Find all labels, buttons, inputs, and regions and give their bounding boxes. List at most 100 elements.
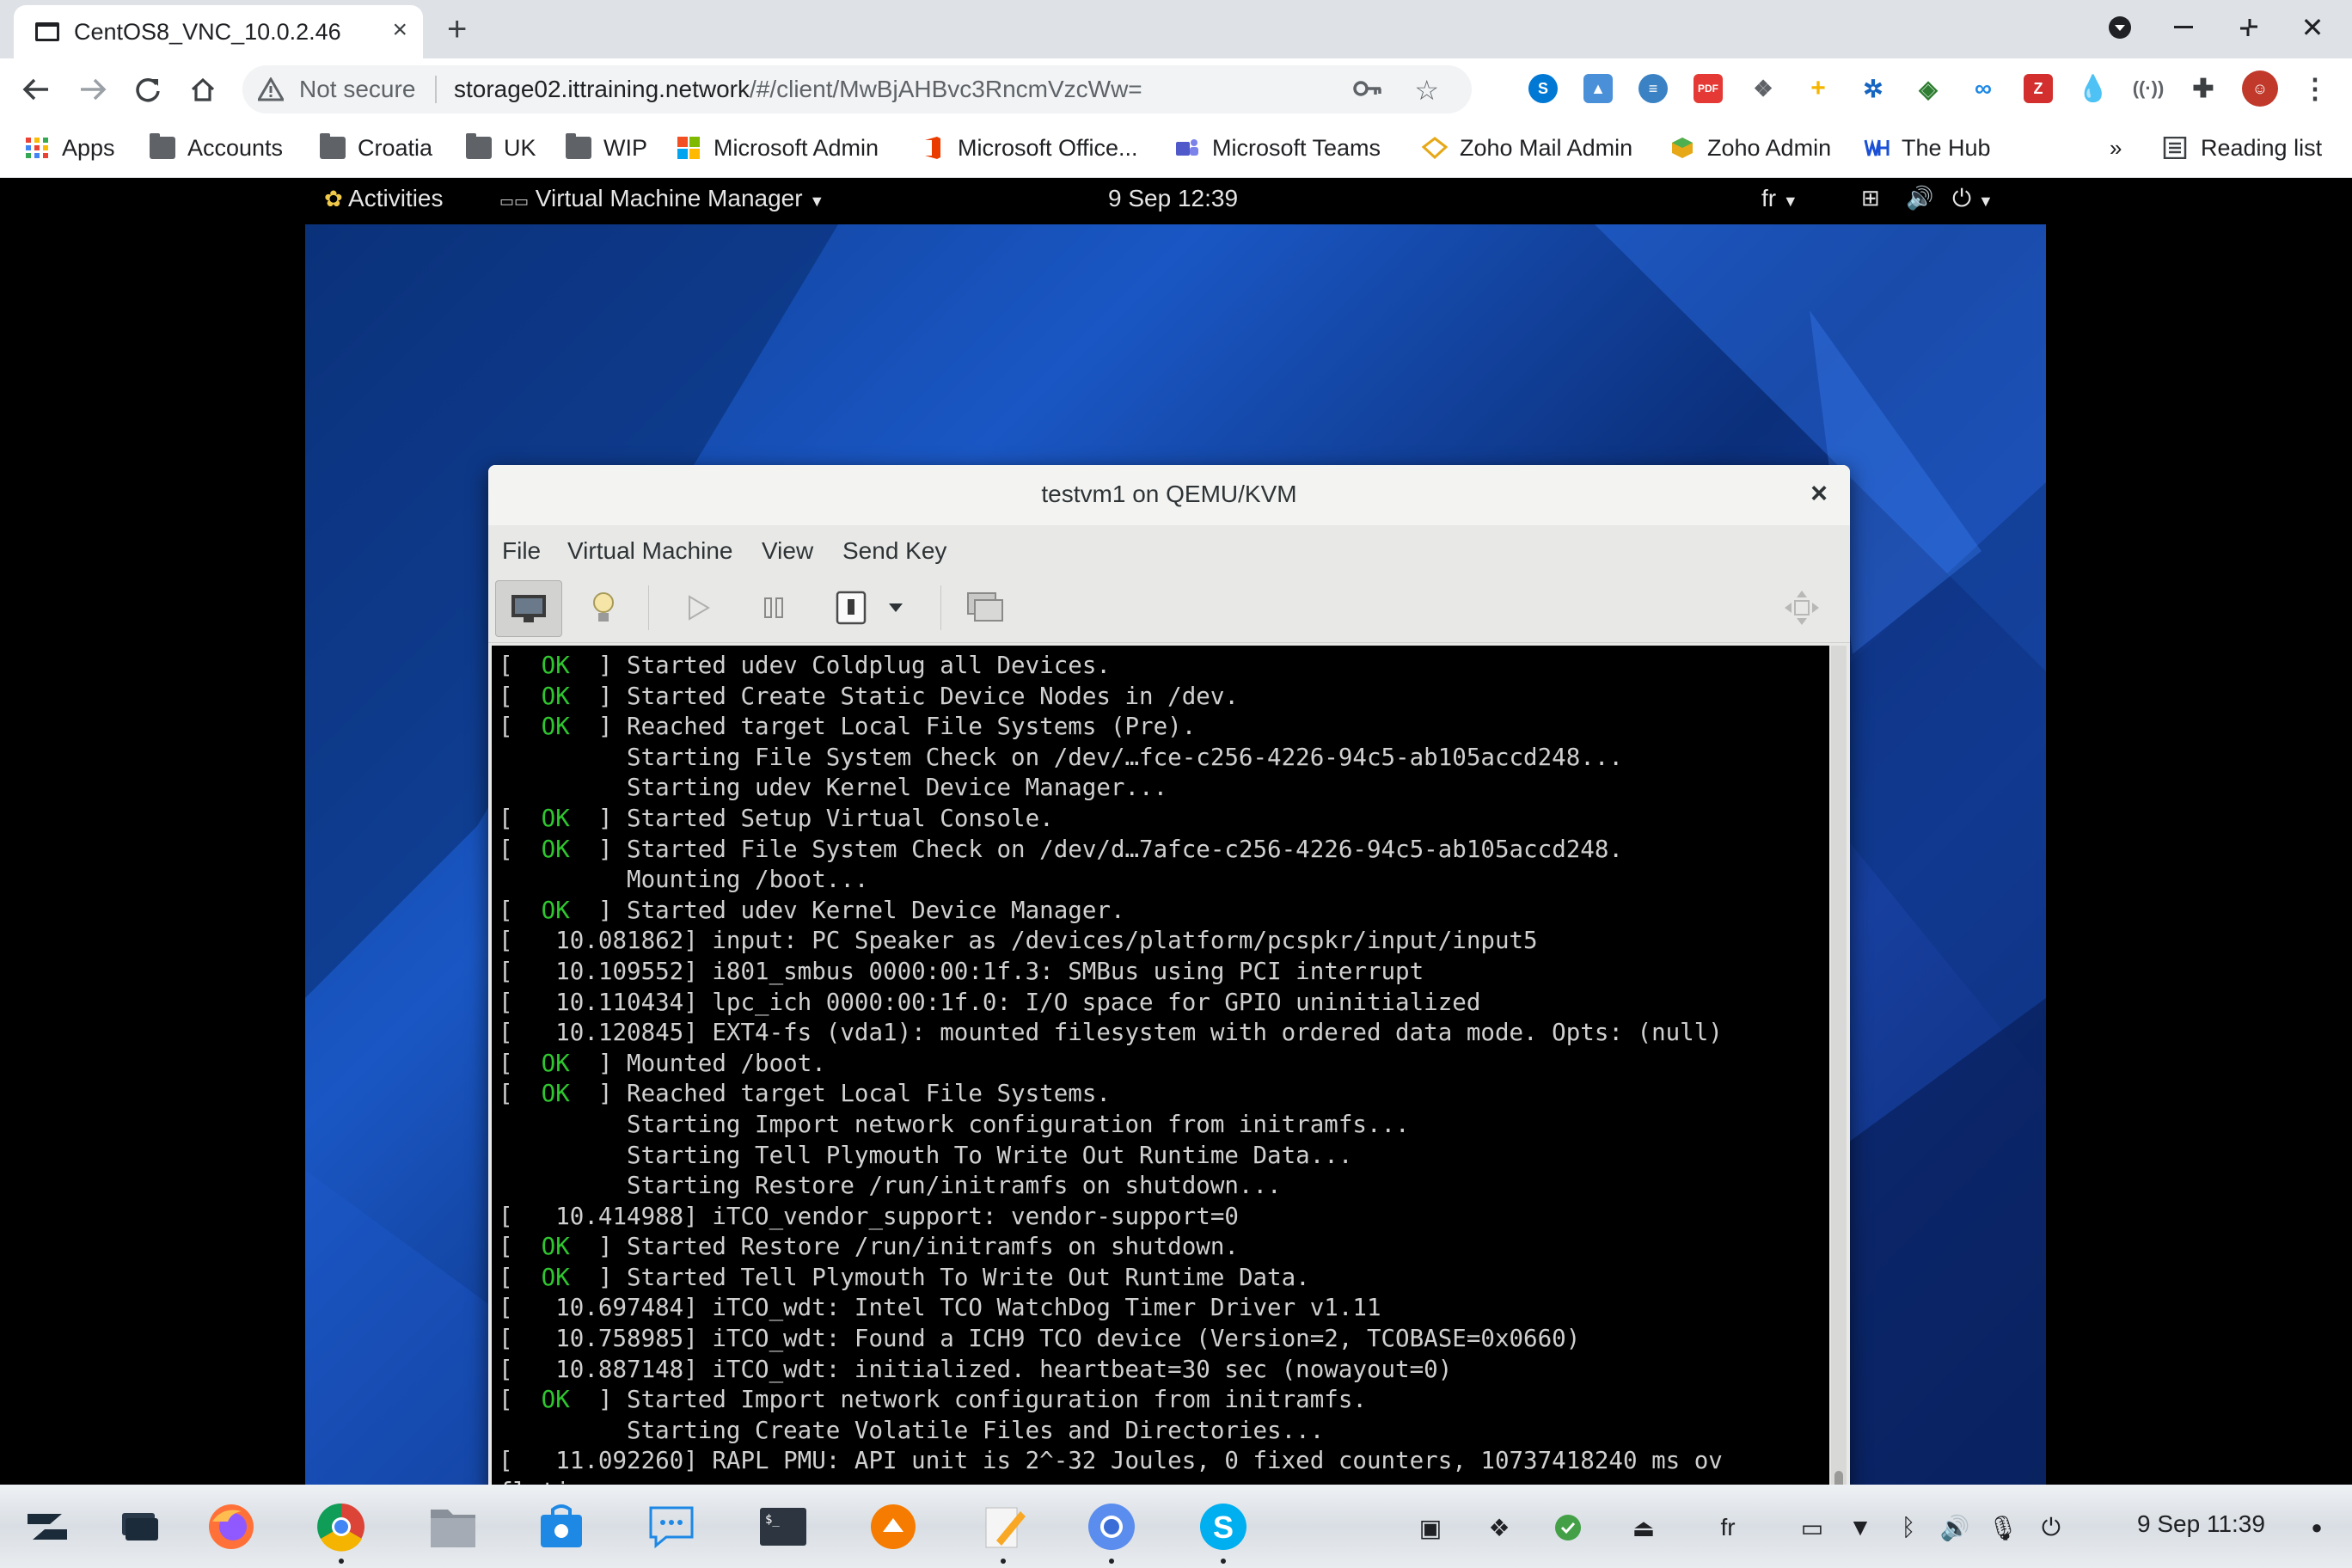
console-scrollbar[interactable] [1831, 646, 1847, 1545]
shutdown-menu-dropdown[interactable] [879, 580, 913, 635]
browser-menu-icon[interactable]: ⋮ [2300, 73, 2330, 104]
power-tray-icon[interactable]: ⏻ [2034, 1510, 2068, 1545]
image-extension-icon[interactable]: ▲ [1583, 74, 1613, 103]
snapshots-button[interactable] [952, 580, 1018, 635]
restore-button[interactable] [2232, 10, 2266, 45]
extensions-puzzle-icon[interactable]: ✚ [2189, 74, 2218, 103]
bookmark-the-hub[interactable]: The Hub [1864, 132, 1991, 163]
shutdown-button[interactable] [818, 580, 884, 635]
warning-triangle-icon [258, 77, 284, 101]
menu-view[interactable]: View [762, 537, 813, 565]
vm-close-button[interactable]: × [1810, 477, 1828, 511]
bookmark-zoho-mail-admin[interactable]: Zoho Mail Admin [1422, 132, 1632, 163]
gnome-top-bar: ✿ Activities ▭▭ Virtual Machine Manager … [305, 178, 2046, 224]
bookmark-uk[interactable]: UK [466, 132, 536, 163]
skype-icon[interactable]: S [1197, 1500, 1250, 1553]
reload-button[interactable] [129, 70, 167, 108]
keyboard-layout-indicator[interactable]: fr ▼ [1761, 185, 1798, 212]
gnome-clock[interactable]: 9 Sep 12:39 [1108, 185, 1238, 212]
software-store-icon[interactable] [535, 1500, 588, 1553]
microphone-icon[interactable]: 🎙 [1986, 1510, 2020, 1545]
chromium-icon[interactable] [1085, 1500, 1138, 1553]
zorin-menu-icon[interactable] [21, 1500, 74, 1553]
console-line: Mounting /boot... [499, 866, 869, 894]
console-view-button[interactable] [495, 580, 562, 637]
pdf-extension-icon[interactable]: PDF [1694, 74, 1723, 103]
power-menu[interactable]: ⏻ ▼ [1952, 185, 1994, 213]
volume-tray-icon[interactable]: 🔊 [1938, 1510, 1972, 1545]
tab-close-button[interactable]: × [392, 15, 407, 45]
keyboard-layout-tray[interactable]: fr [1711, 1510, 1745, 1545]
lightbulb-icon [593, 592, 614, 622]
drop-extension-icon[interactable]: 💧 [2077, 74, 2109, 103]
bookmark-apps[interactable]: Apps [24, 132, 115, 163]
profile-avatar[interactable]: ☺ [2242, 70, 2278, 107]
network-icon[interactable]: ⊞ [1861, 185, 1880, 211]
app-menu[interactable]: ▭▭ Virtual Machine Manager ▼ [499, 185, 824, 212]
terminal-icon[interactable]: $_ [756, 1500, 810, 1553]
bluetooth-icon[interactable]: ᛒ [1891, 1510, 1926, 1545]
dropbox-extension-icon[interactable]: ❖ [1749, 74, 1778, 103]
link-extension-icon[interactable]: ∞ [1969, 74, 1998, 103]
not-secure-label[interactable]: Not secure [299, 76, 415, 103]
reading-list-button[interactable]: Reading list [2163, 132, 2322, 163]
backup-app-icon[interactable] [867, 1500, 920, 1553]
bookmark-zoho-admin[interactable]: Zoho Admin [1669, 132, 1831, 163]
wifi-icon[interactable]: ▼ [1843, 1510, 1877, 1545]
browser-tab[interactable]: CentOS8_VNC_10.0.2.46 × [14, 5, 423, 58]
url-text[interactable]: storage02.ittraining.network/#/client/Mw… [454, 76, 1142, 103]
volume-icon[interactable]: 🔊 [1906, 185, 1933, 211]
window-close-button[interactable]: ✕ [2295, 10, 2330, 45]
details-view-button[interactable] [571, 580, 636, 635]
plus-extension-icon[interactable]: + [1804, 74, 1833, 103]
menu-file[interactable]: File [502, 537, 541, 565]
chevron-down-icon: ▼ [1782, 193, 1798, 210]
menu-send-key[interactable]: Send Key [842, 537, 946, 565]
broadcast-extension-icon[interactable]: ((·)) [2133, 74, 2165, 103]
home-button[interactable] [184, 70, 222, 108]
skype-extension-icon[interactable]: S [1528, 74, 1558, 103]
chrome-icon[interactable] [315, 1500, 368, 1553]
eject-icon[interactable]: ⏏ [1626, 1510, 1661, 1545]
settings-extension-icon[interactable]: ✲ [1859, 74, 1888, 103]
bookmarks-overflow-button[interactable]: » [2110, 132, 2122, 163]
bookmark-wip[interactable]: WIP [566, 132, 647, 163]
minimize-button[interactable] [2166, 10, 2201, 45]
back-button[interactable] [17, 70, 55, 108]
bookmark-microsoft-admin[interactable]: Microsoft Admin [676, 132, 879, 163]
bookmark-croatia[interactable]: Croatia [320, 132, 432, 163]
run-button[interactable] [665, 580, 731, 635]
taskbar-clock[interactable]: 9 Sep 11:39 [2137, 1510, 2265, 1538]
address-bar[interactable]: Not secure storage02.ittraining.network/… [242, 65, 1472, 113]
messaging-icon[interactable] [645, 1500, 698, 1553]
notification-dot-icon[interactable]: ● [2304, 1510, 2330, 1545]
list-extension-icon[interactable]: ≡ [1638, 74, 1668, 103]
firefox-icon[interactable] [205, 1500, 258, 1553]
z-extension-icon[interactable]: Z [2024, 74, 2053, 103]
menu-virtual-machine[interactable]: Virtual Machine [567, 537, 732, 565]
password-key-icon[interactable] [1353, 77, 1382, 100]
workspaces-icon[interactable] [112, 1500, 165, 1553]
power-icon: ⏻ [1952, 185, 1972, 211]
fullscreen-button[interactable] [1769, 580, 1834, 635]
files-icon[interactable] [426, 1500, 480, 1553]
bookmark-accounts[interactable]: Accounts [150, 132, 283, 163]
text-editor-icon[interactable] [977, 1500, 1030, 1553]
security-check-tray-icon[interactable] [1551, 1510, 1585, 1545]
activities-button[interactable]: ✿ Activities [324, 185, 444, 212]
new-tab-button[interactable]: + [447, 9, 467, 50]
display-connect-icon[interactable]: ▭ [1795, 1510, 1829, 1545]
bookmark-star-icon[interactable]: ☆ [1414, 74, 1439, 107]
dropbox-tray-icon[interactable]: ❖ [1482, 1510, 1516, 1545]
forward-button[interactable] [74, 70, 112, 108]
diamond-extension-icon[interactable]: ◈ [1914, 74, 1943, 103]
screenshot-tray-icon[interactable]: ▣ [1413, 1510, 1448, 1545]
console-line: [ 10.110434] lpc_ich 0000:00:1f.0: I/O s… [499, 988, 1481, 1016]
pause-button[interactable] [741, 580, 806, 635]
profile-dropdown-icon[interactable] [2103, 10, 2137, 45]
vm-console-screen[interactable]: [ OK ] Started udev Coldplug all Devices… [492, 646, 1829, 1545]
vm-window-titlebar[interactable]: testvm1 on QEMU/KVM × [488, 465, 1850, 526]
remote-desktop-viewport[interactable]: ✿ Activities ▭▭ Virtual Machine Manager … [0, 178, 2352, 1548]
bookmark-microsoft-office[interactable]: Microsoft Office... [920, 132, 1138, 163]
bookmark-microsoft-teams[interactable]: Microsoft Teams [1174, 132, 1381, 163]
